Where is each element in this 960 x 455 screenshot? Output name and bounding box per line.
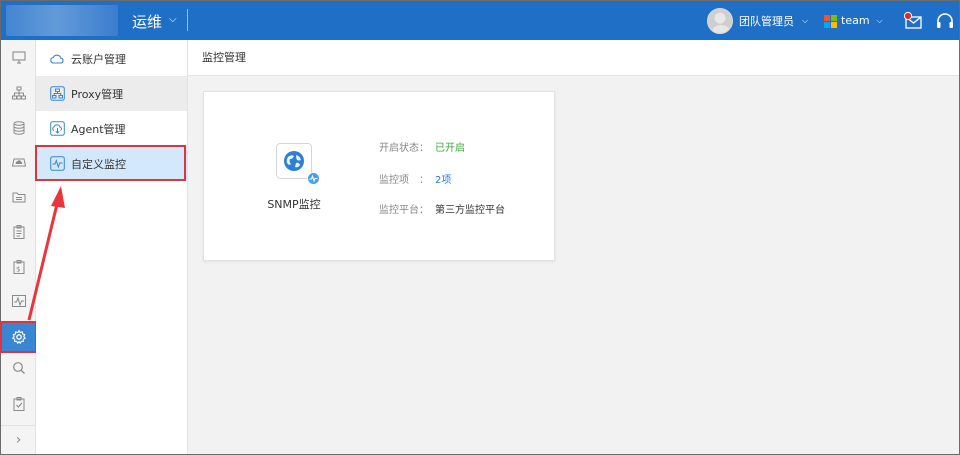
headset-icon (937, 13, 953, 28)
globe-icon (284, 151, 304, 171)
svg-text:$: $ (16, 266, 20, 274)
app-title[interactable]: 运维 (132, 11, 162, 32)
card-title: SNMP监控 (267, 198, 321, 211)
gear-icon (11, 329, 26, 345)
status-row: 开启状态： 已开启 (379, 139, 465, 154)
rail-item-pulse[interactable] (1, 286, 36, 316)
rail-item-topology[interactable] (1, 78, 36, 108)
submenu-item-cloud-account[interactable]: 云账户管理 (36, 41, 187, 76)
rail-item-monitor[interactable] (1, 42, 36, 72)
expand-rail-button[interactable]: › (1, 425, 36, 454)
main-content: 监控管理 SNMP监控 开启状态： 已开启 监控项 ： 2项 监控平台： 第三方监控平… (188, 40, 959, 454)
support-button[interactable] (935, 12, 955, 30)
brand-logo (6, 5, 118, 36)
rail-item-cloud-host[interactable] (1, 147, 36, 177)
rail-item-database[interactable] (1, 113, 36, 143)
chevron-down-icon[interactable]: ⌵ (169, 14, 177, 25)
database-icon (13, 121, 24, 135)
rail-item-checklist[interactable] (1, 389, 36, 419)
highlight-box (35, 145, 186, 181)
avatar (707, 8, 733, 34)
breadcrumb: 监控管理 (188, 40, 959, 76)
rail-item-search[interactable] (1, 353, 36, 383)
sub-menu: 云账户管理 Proxy管理 Agent管理 自定义监控 (36, 40, 188, 454)
status-value: 已开启 (435, 143, 465, 154)
mail-icon (903, 11, 922, 29)
top-bar: 运维 ⌵ 团队管理员 ⌵ team ⌵ (1, 1, 959, 40)
submenu-item-label: 云账户管理 (71, 52, 126, 66)
status-label: 开启状态： (379, 143, 429, 154)
submenu-item-agent[interactable]: Agent管理 (36, 111, 187, 146)
cloud-icon (49, 51, 65, 67)
monitor-card[interactable]: SNMP监控 开启状态： 已开启 监控项 ： 2项 监控平台： 第三方监控平台 (203, 91, 555, 261)
platform-label: 监控平台： (379, 205, 429, 216)
snmp-icon-tile (276, 143, 312, 179)
platform-value: 第三方监控平台 (435, 205, 505, 216)
chevron-down-icon: ⌵ (876, 15, 883, 25)
submenu-item-label: Proxy管理 (71, 87, 124, 101)
submenu-item-label: Agent管理 (71, 122, 126, 136)
user-menu[interactable]: 团队管理员 ⌵ (707, 8, 808, 34)
items-value-link[interactable]: 2项 (435, 175, 451, 186)
search-icon (12, 362, 25, 374)
rail-item-settings[interactable] (0, 321, 37, 353)
pulse-icon (11, 295, 26, 307)
team-name: team (841, 14, 870, 27)
pulse-badge-icon (307, 172, 320, 185)
submenu-item-proxy[interactable]: Proxy管理 (36, 76, 187, 111)
user-name: 团队管理员 (739, 15, 794, 28)
cloud-host-icon (11, 158, 26, 167)
items-label: 监控项 ： (379, 175, 429, 186)
icon-rail: $ › (0, 40, 37, 454)
clipboard-icon (13, 225, 24, 239)
team-switcher[interactable]: team ⌵ (824, 14, 883, 28)
report-icon: $ (13, 260, 24, 274)
topology-icon (11, 86, 26, 100)
monitor-icon (11, 51, 26, 64)
folder-icon (12, 192, 25, 203)
divider (187, 9, 188, 31)
proxy-icon (49, 86, 65, 102)
checklist-icon (13, 397, 24, 411)
rail-item-clipboard[interactable] (1, 217, 36, 247)
agent-icon (49, 121, 65, 137)
chevron-down-icon: ⌵ (802, 16, 809, 25)
platform-row: 监控平台： 第三方监控平台 (379, 201, 505, 216)
rail-item-folder[interactable] (1, 182, 36, 212)
chevron-right-icon: › (15, 432, 22, 448)
items-row: 监控项 ： 2项 (379, 171, 451, 186)
rail-item-report[interactable]: $ (1, 252, 36, 282)
mail-notification-button[interactable] (903, 11, 925, 31)
microsoft-logo-icon (824, 14, 837, 28)
